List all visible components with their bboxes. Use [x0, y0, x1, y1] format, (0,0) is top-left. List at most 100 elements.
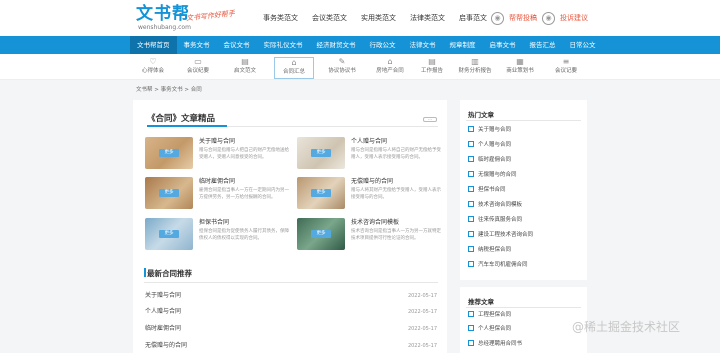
category-item[interactable]: ▭ 会议纪要 — [178, 57, 218, 79]
main-nav-item[interactable]: 事务文书 — [177, 36, 217, 54]
category-item-active[interactable]: ⌂ 合同汇总 — [274, 57, 314, 79]
logo-slogan: 文书写作好帮手 — [185, 9, 236, 23]
submit-link-label: 帮帮投稿 — [509, 14, 537, 22]
category-item[interactable]: ⌂ 房地产合同 — [370, 57, 410, 79]
hot-article-link[interactable]: 个人赠与合同 — [468, 139, 511, 149]
top-nav: 事务类范文 会议类范文 实用类范文 法律类范文 启事范文 — [263, 12, 501, 24]
hot-article-link[interactable]: 建设工程技术咨询合同 — [468, 229, 533, 239]
article-summary: 赠与合同是指赠与人把自己的财产无偿地送给受赠人，受赠人同意接受的合同。 — [199, 148, 289, 160]
recommended-link[interactable]: 工程担保合同 — [468, 309, 511, 319]
more-button[interactable]: 更多 — [311, 149, 331, 157]
top-nav-item[interactable]: 事务类范文 — [263, 12, 298, 24]
hot-article-link[interactable]: 无偿赠与的合同 — [468, 169, 517, 179]
article-card[interactable]: 更多 无偿赠与的合同 赠与人将其财产无偿给予受赠人，受赠人表示接受赠与的合同。 — [297, 177, 444, 211]
recommended-label: 工程担保合同 — [478, 312, 512, 318]
hot-articles-panel: 热门文章 关于赠与合同 个人赠与合同 临时雇佣合同 无偿赠与的合同 担保书合同 … — [460, 100, 587, 280]
more-button[interactable]: 更多 — [311, 189, 331, 197]
more-button[interactable]: 更多 — [311, 230, 331, 238]
hot-article-label: 建设工程技术咨询合同 — [478, 232, 534, 238]
main-nav-item[interactable]: 日常公文 — [563, 36, 603, 54]
bullet-icon — [468, 126, 474, 132]
submit-link[interactable]: ◉ 帮帮投稿 — [491, 8, 537, 28]
main-nav-item-home[interactable]: 文书帮首页 — [130, 36, 177, 54]
latest-row-title[interactable]: 个人赠与合同 — [145, 307, 181, 317]
article-card[interactable]: 更多 临时雇佣合同 雇佣合同是指当事人一方在一定期间内为另一方提供劳务，另一方给… — [145, 177, 292, 211]
site-logo[interactable]: 文书帮 文书写作好帮手 wenshubang.com — [136, 4, 256, 34]
recommended-link[interactable]: 总经理聘用合同书 — [468, 338, 522, 348]
user-icon: ◉ — [491, 11, 504, 25]
heart-icon: ♡ — [149, 57, 157, 66]
category-label: 心得体会 — [141, 68, 164, 74]
latest-row[interactable]: 临时雇佣合同 2022-05-17 — [145, 324, 437, 334]
hot-article-link[interactable]: 关于赠与合同 — [468, 124, 511, 134]
hot-article-label: 临时雇佣合同 — [478, 157, 512, 163]
article-card[interactable]: 更多 担保书合同 担保合同是指为促使债务人履行其债务，保障债权人的债权得以实现的… — [145, 218, 292, 252]
article-title[interactable]: 个人赠与合同 — [351, 137, 387, 146]
bullet-icon — [468, 201, 474, 207]
hot-article-label: 技术咨询合同模板 — [478, 202, 523, 208]
recommended-title: 推荐文章 — [468, 298, 494, 306]
top-nav-item[interactable]: 会议类范文 — [312, 12, 347, 24]
article-title[interactable]: 无偿赠与的合同 — [351, 177, 393, 186]
latest-row[interactable]: 关于赠与合同 2022-05-17 — [145, 291, 437, 301]
hot-article-link[interactable]: 汽车车司机雇佣合同 — [468, 259, 528, 269]
meeting-icon: ▭ — [194, 57, 202, 66]
hot-article-link[interactable]: 技术咨询合同模板 — [468, 199, 522, 209]
hot-article-label: 个人赠与合同 — [478, 142, 512, 148]
article-thumbnail: 更多 — [297, 177, 345, 209]
category-item[interactable]: ≡ 会议记要 — [546, 57, 586, 79]
bullet-icon — [468, 156, 474, 162]
latest-row-date: 2022-05-17 — [407, 309, 437, 315]
top-nav-item[interactable]: 启事范文 — [459, 12, 487, 24]
article-title[interactable]: 临时雇佣合同 — [199, 177, 235, 186]
main-nav-item[interactable]: 法律文书 — [403, 36, 443, 54]
category-item[interactable]: ▤ 启文范文 — [225, 57, 265, 79]
bullet-icon — [468, 311, 474, 317]
main-nav-item[interactable]: 会议文书 — [217, 36, 257, 54]
bullet-icon — [468, 141, 474, 147]
latest-row[interactable]: 个人赠与合同 2022-05-17 — [145, 307, 437, 317]
hot-article-link[interactable]: 往来传真服务合同 — [468, 214, 522, 224]
main-nav: 文书帮首页 事务文书 会议文书 实际礼仪文书 经济财贸文书 行政公文 法律文书 … — [0, 36, 720, 54]
recommended-link[interactable]: 个人担保合同 — [468, 323, 511, 333]
latest-row[interactable]: 无偿赠与的合同 2022-05-17 — [145, 341, 437, 351]
main-nav-item[interactable]: 经济财贸文书 — [310, 36, 363, 54]
article-card[interactable]: 更多 关于赠与合同 赠与合同是指赠与人把自己的财产无偿地送给受赠人，受赠人同意接… — [145, 137, 292, 171]
article-title[interactable]: 担保书合同 — [199, 218, 229, 227]
article-card[interactable]: 更多 个人赠与合同 赠与合同是指赠与人将自己的财产无偿给予受赠人，受赠人表示接受… — [297, 137, 444, 171]
category-item[interactable]: ✎ 协议协议书 — [322, 57, 362, 79]
hot-article-link[interactable]: 担保书合同 — [468, 184, 506, 194]
top-nav-item[interactable]: 实用类范文 — [361, 12, 396, 24]
latest-row-title[interactable]: 临时雇佣合同 — [145, 324, 181, 334]
article-card[interactable]: 更多 技术咨询合同模板 技术咨询合同是指当事人一方为另一方就特定技术项目提供可行… — [297, 218, 444, 252]
latest-row-title[interactable]: 关于赠与合同 — [145, 291, 181, 301]
more-button[interactable]: 更多 — [159, 230, 179, 238]
top-nav-item[interactable]: 法律类范文 — [410, 12, 445, 24]
latest-row-date: 2022-05-17 — [407, 326, 437, 332]
latest-row-title[interactable]: 无偿赠与的合同 — [145, 341, 187, 351]
category-item[interactable]: ▥ 财务分析报告 — [455, 57, 495, 79]
main-nav-item[interactable]: 规章制度 — [443, 36, 483, 54]
main-nav-item[interactable]: 实际礼仪文书 — [257, 36, 310, 54]
more-icon[interactable]: ··· — [423, 117, 437, 122]
hot-article-link[interactable]: 临时雇佣合同 — [468, 154, 511, 164]
recommended-label: 个人担保合同 — [478, 326, 512, 332]
main-nav-item[interactable]: 行政公文 — [363, 36, 403, 54]
category-label: 商业策划书 — [506, 68, 534, 74]
category-item[interactable]: ♡ 心得体会 — [133, 57, 173, 79]
divider — [466, 120, 581, 121]
article-title[interactable]: 关于赠与合同 — [199, 137, 235, 146]
main-content: 《合同》文章精品 ··· 更多 关于赠与合同 赠与合同是指赠与人把自己的财产无偿… — [133, 100, 447, 353]
article-thumbnail: 更多 — [145, 218, 193, 250]
article-title[interactable]: 技术咨询合同模板 — [351, 218, 399, 227]
category-item[interactable]: ▦ 商业策划书 — [500, 57, 540, 79]
more-button[interactable]: 更多 — [159, 189, 179, 197]
complaint-link[interactable]: ◉ 投诉建议 — [542, 8, 588, 28]
hot-article-link[interactable]: 纳税担保合同 — [468, 244, 511, 254]
breadcrumb[interactable]: 文书帮 > 事务文书 > 合同 — [136, 85, 202, 93]
article-summary: 赠与人将其财产无偿给予受赠人，受赠人表示接受赠与的合同。 — [351, 188, 441, 200]
main-nav-item[interactable]: 报告汇总 — [523, 36, 563, 54]
main-nav-item[interactable]: 启事文书 — [483, 36, 523, 54]
more-button[interactable]: 更多 — [159, 149, 179, 157]
category-item[interactable]: ▤ 工作报告 — [412, 57, 452, 79]
